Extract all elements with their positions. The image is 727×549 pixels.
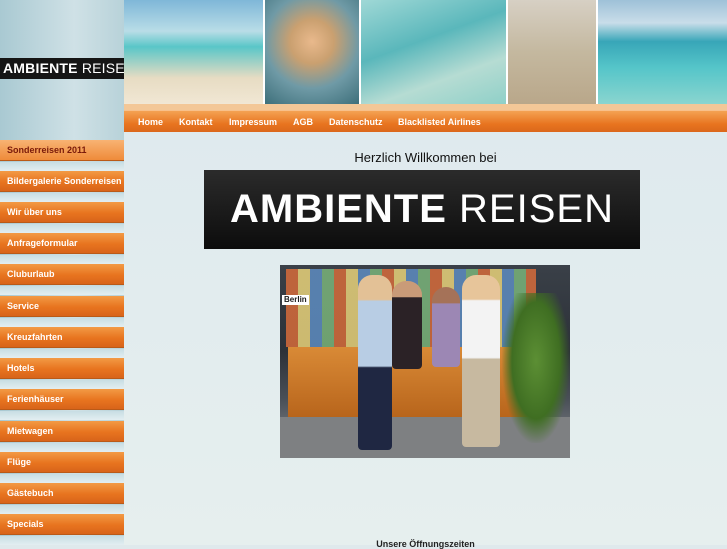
sidebar-item-specials[interactable]: Specials bbox=[0, 514, 124, 545]
sidebar-item-ferienhaeuser[interactable]: Ferienhäuser bbox=[0, 389, 124, 420]
nav-link-home[interactable]: Home bbox=[138, 111, 163, 133]
nav-link-datenschutz[interactable]: Datenschutz bbox=[329, 111, 383, 133]
nav-link-kontakt[interactable]: Kontakt bbox=[179, 111, 213, 133]
team-member bbox=[462, 275, 500, 447]
sidebar-item-bildergalerie[interactable]: Bildergalerie Sonderreisen bbox=[0, 171, 124, 202]
team-member bbox=[358, 275, 392, 450]
welcome-heading: Herzlich Willkommen bei bbox=[354, 150, 497, 165]
sidebar-item-sonderreisen-2011[interactable]: Sonderreisen 2011 bbox=[0, 140, 124, 171]
shop-sign: Berlin bbox=[282, 295, 309, 305]
nav-link-blacklisted-airlines[interactable]: Blacklisted Airlines bbox=[398, 111, 481, 133]
office-plant bbox=[502, 293, 570, 443]
brand-banner: AMBIENTE REISEN bbox=[204, 170, 640, 249]
header-photo-strip bbox=[124, 0, 727, 104]
opening-hours-heading: Unsere Öffnungszeiten bbox=[376, 539, 475, 549]
sidebar-item-anfrageformular[interactable]: Anfrageformular bbox=[0, 233, 124, 264]
sidebar-item-service[interactable]: Service bbox=[0, 296, 124, 327]
main-content: Herzlich Willkommen bei AMBIENTE REISEN … bbox=[124, 132, 727, 549]
team-member bbox=[392, 281, 422, 369]
brand-logo[interactable]: AMBIENTE REISEN bbox=[0, 58, 124, 79]
logo-word-bold: AMBIENTE bbox=[3, 60, 78, 76]
sidebar-item-wir-ueber-uns[interactable]: Wir über uns bbox=[0, 202, 124, 233]
left-column: AMBIENTE REISEN Sonderreisen 2011 Bilder… bbox=[0, 0, 124, 545]
nav-link-agb[interactable]: AGB bbox=[293, 111, 313, 133]
team-photo: Berlin bbox=[280, 265, 570, 458]
sidebar-item-hotels[interactable]: Hotels bbox=[0, 358, 124, 389]
sidebar-item-gaestebuch[interactable]: Gästebuch bbox=[0, 483, 124, 514]
beach-woman-photo bbox=[124, 0, 265, 104]
floating-in-water-photo bbox=[361, 0, 508, 104]
top-nav: Home Kontakt Impressum AGB Datenschutz B… bbox=[124, 110, 727, 133]
logo-word-light: REISEN bbox=[81, 60, 124, 76]
sidebar-item-fluege[interactable]: Flüge bbox=[0, 452, 124, 483]
banner-word-light: REISEN bbox=[459, 187, 614, 231]
sidebar-item-kreuzfahrten[interactable]: Kreuzfahrten bbox=[0, 327, 124, 358]
seashell-photo bbox=[508, 0, 598, 104]
banner-word-bold: AMBIENTE bbox=[230, 187, 447, 231]
team-member bbox=[432, 287, 460, 367]
nav-link-impressum[interactable]: Impressum bbox=[229, 111, 277, 133]
sidebar-item-cluburlaub[interactable]: Cluburlaub bbox=[0, 264, 124, 295]
woman-hat-photo bbox=[265, 0, 361, 104]
lagoon-photo bbox=[598, 0, 727, 104]
sidebar-item-mietwagen[interactable]: Mietwagen bbox=[0, 421, 124, 452]
